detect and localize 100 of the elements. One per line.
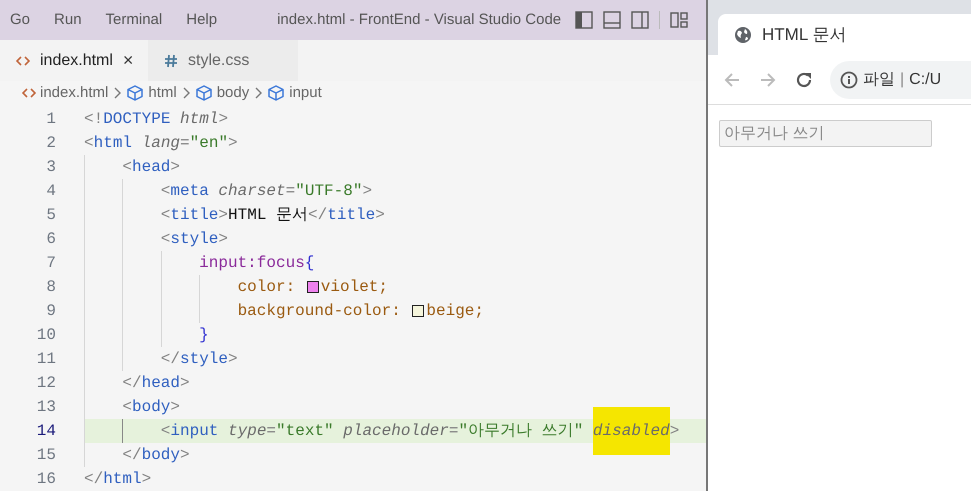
code-token: input:focus — [199, 252, 305, 274]
browser-tab[interactable]: HTML 문서 — [718, 14, 971, 55]
chevron-icon — [182, 87, 191, 100]
code-token: title — [327, 204, 376, 226]
code-token: < — [84, 132, 94, 154]
breadcrumb-item[interactable]: input — [289, 82, 322, 105]
code-token: </ — [160, 348, 180, 370]
code-token: html — [180, 108, 218, 130]
code-token: html — [103, 468, 142, 490]
line-number: 7 — [45, 252, 56, 274]
code-token: body — [132, 396, 170, 418]
code-token: < — [160, 420, 170, 442]
code-token: > — [375, 204, 385, 226]
code-token: style — [170, 228, 218, 250]
code-token: <! — [84, 108, 104, 130]
menu-item[interactable]: Go — [10, 8, 30, 32]
code-token: > — [670, 420, 680, 442]
line-number: 15 — [36, 444, 56, 466]
code-token: > — [218, 228, 228, 250]
code-brackets-icon — [16, 54, 30, 67]
code-token: background-color: — [238, 300, 402, 322]
cube-icon — [194, 84, 213, 102]
code-token: HTML 문서 — [228, 204, 308, 226]
cube-icon — [267, 84, 286, 102]
code-token: color: — [238, 276, 296, 298]
code-token: placeholder — [343, 420, 449, 442]
code-token: </ — [308, 204, 328, 226]
code-token: meta — [170, 180, 209, 202]
code-token: = — [286, 180, 296, 202]
code-token: > — [180, 444, 190, 466]
info-icon — [840, 70, 858, 88]
line-number: 1 — [45, 108, 56, 130]
code-token: < — [160, 180, 170, 202]
code-token: = — [180, 132, 190, 154]
line-number: 2 — [45, 132, 56, 154]
code-brackets-icon — [22, 87, 36, 100]
code-token: </ — [84, 468, 104, 490]
code-token: </ — [122, 372, 142, 394]
code-token: = — [448, 420, 458, 442]
line-number: 4 — [45, 180, 56, 202]
code-token: > — [170, 156, 180, 178]
menu-item[interactable]: Terminal — [106, 8, 162, 32]
layout-grid-icon[interactable] — [670, 11, 688, 30]
cube-icon — [126, 84, 144, 102]
line-number: 16 — [36, 468, 56, 490]
code-token: } — [199, 324, 209, 346]
line-number: 5 — [45, 204, 56, 226]
separator: | — [900, 70, 904, 90]
code-token: "아무거나 쓰기" — [458, 420, 584, 442]
breadcrumb-item[interactable]: index.html — [40, 82, 108, 105]
code-token: > — [228, 348, 238, 370]
code-token: beige; — [426, 300, 484, 322]
breadcrumb-item[interactable]: body — [216, 82, 250, 105]
line-number: 13 — [36, 396, 56, 418]
globe-icon — [734, 26, 752, 44]
tab-title: HTML 문서 — [762, 24, 846, 46]
code-token: head — [142, 372, 180, 394]
code-token: < — [122, 396, 132, 418]
code-token: = — [266, 420, 276, 442]
code-token: </ — [122, 444, 142, 466]
code-token: style — [180, 348, 228, 370]
line-number: 6 — [45, 228, 56, 250]
hash-icon — [164, 54, 178, 68]
code-token: "text" — [276, 420, 334, 442]
code-token: > — [362, 180, 372, 202]
code-token: DOCTYPE — [103, 108, 170, 130]
code-token: disabled — [592, 406, 670, 455]
menu-item[interactable]: Run — [54, 8, 82, 32]
code-token: charset — [218, 180, 286, 202]
line-number: 12 — [36, 372, 56, 394]
code-token: title — [170, 204, 218, 226]
sidebar-layout-icon[interactable] — [575, 11, 594, 30]
code-token: < — [122, 156, 132, 178]
editor-tab[interactable]: style.css — [148, 40, 298, 81]
menu-item[interactable]: Help — [186, 8, 218, 32]
url-text: C:/U — [909, 70, 942, 90]
code-token: > — [170, 396, 180, 418]
code-token: > — [142, 468, 152, 490]
code-token: lang — [142, 132, 180, 154]
code-token: "UTF-8" — [295, 180, 362, 202]
code-token: < — [160, 228, 170, 250]
code-token: { — [304, 252, 314, 274]
line-number: 14 — [36, 420, 56, 442]
code-token: "en" — [190, 132, 228, 154]
code-token: head — [132, 156, 170, 178]
code-token: < — [160, 204, 170, 226]
code-token: > — [180, 372, 190, 394]
secondary-sidebar-icon[interactable] — [631, 11, 650, 30]
code-token: violet; — [320, 276, 388, 298]
chevron-icon — [255, 87, 264, 100]
line-number: 3 — [45, 156, 56, 178]
code-token: html — [94, 132, 132, 154]
code-token: > — [228, 132, 238, 154]
address-bar[interactable]: 파일 | C:/U — [830, 60, 971, 98]
panel-layout-icon[interactable] — [603, 11, 622, 30]
close-button[interactable]: × — [122, 47, 134, 74]
breadcrumb-item[interactable]: html — [148, 82, 177, 105]
window-title: index.html - FrontEnd - Visual Studio Code — [277, 10, 562, 30]
code-token: body — [142, 444, 180, 466]
line-number: 9 — [45, 300, 56, 322]
